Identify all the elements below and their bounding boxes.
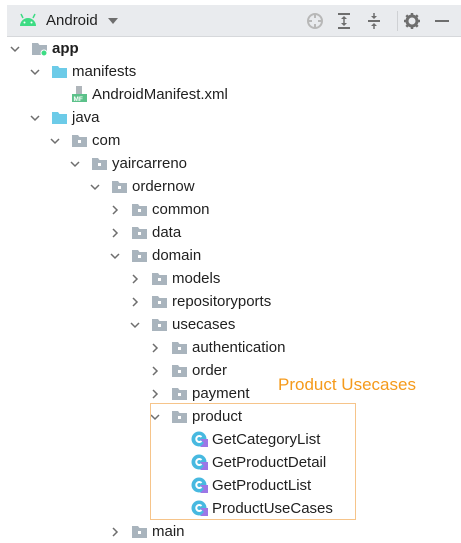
chevron-down-icon[interactable] <box>29 65 41 77</box>
view-mode-selector[interactable]: Android <box>46 12 98 29</box>
tree-item-label: domain <box>152 247 202 264</box>
settings-gear-icon[interactable] <box>403 12 421 30</box>
tree-item-label: com <box>92 132 121 149</box>
tree-item-label: yaircarreno <box>112 155 188 172</box>
chevron-down-icon[interactable] <box>49 134 61 146</box>
chevron-right-icon[interactable] <box>149 387 161 399</box>
chevron-down-icon[interactable] <box>129 318 141 330</box>
chevron-down-icon[interactable] <box>109 249 121 261</box>
tree-item-label: payment <box>192 385 250 402</box>
tree-item-app[interactable]: app <box>0 37 461 60</box>
chevron-right-icon[interactable] <box>109 226 121 238</box>
expand-all-icon[interactable] <box>335 12 353 30</box>
package-icon <box>171 362 188 378</box>
tree-item-label: common <box>152 201 210 218</box>
tree-item-label: authentication <box>192 339 286 356</box>
chevron-down-icon[interactable] <box>9 42 21 54</box>
tree-item-common[interactable]: common <box>0 198 461 221</box>
chevron-right-icon[interactable] <box>129 295 141 307</box>
chevron-down-icon[interactable] <box>29 111 41 123</box>
source-folder-icon <box>51 109 68 125</box>
tree-item-authentication[interactable]: authentication <box>0 336 461 359</box>
collapse-all-icon[interactable] <box>365 12 383 30</box>
package-icon <box>131 247 148 263</box>
package-icon <box>71 132 88 148</box>
locate-icon[interactable] <box>306 12 324 30</box>
package-icon <box>91 155 108 171</box>
tree-item-main[interactable]: main <box>0 520 461 543</box>
svg-text:MF: MF <box>74 96 83 102</box>
tree-item-label: order <box>192 362 228 379</box>
tree-item-usecases[interactable]: usecases <box>0 313 461 336</box>
package-icon <box>151 293 168 309</box>
tree-item-domain[interactable]: domain <box>0 244 461 267</box>
tree-item-label: java <box>72 109 100 126</box>
package-icon <box>151 316 168 332</box>
module-folder-icon <box>31 40 48 57</box>
tree-item-models[interactable]: models <box>0 267 461 290</box>
package-icon <box>171 385 188 401</box>
tree-item-manifests[interactable]: manifests <box>0 60 461 83</box>
tree-item-label: manifests <box>72 63 137 80</box>
tree-item-com[interactable]: com <box>0 129 461 152</box>
tree-item-ordernow[interactable]: ordernow <box>0 175 461 198</box>
hide-minus-icon[interactable] <box>433 12 451 30</box>
chevron-right-icon[interactable] <box>109 525 121 537</box>
tree-item-label: usecases <box>172 316 236 333</box>
product-usecases-annotation: Product Usecases <box>278 375 416 394</box>
tree-item-data[interactable]: data <box>0 221 461 244</box>
toolbar-divider <box>397 11 398 31</box>
product-usecases-highlight-box <box>150 403 356 520</box>
tree-item-label: AndroidManifest.xml <box>92 86 228 103</box>
package-icon <box>131 224 148 240</box>
chevron-right-icon[interactable] <box>149 364 161 376</box>
tree-item-label: main <box>152 523 185 540</box>
source-folder-icon <box>51 63 68 79</box>
tree-item-label: repositoryports <box>172 293 272 310</box>
chevron-down-icon[interactable] <box>69 157 81 169</box>
project-toolbar: Android <box>7 5 461 37</box>
package-icon <box>131 201 148 217</box>
tree-item-yaircarreno[interactable]: yaircarreno <box>0 152 461 175</box>
package-icon <box>111 178 128 194</box>
tree-item-label: models <box>172 270 221 287</box>
dropdown-caret-icon[interactable] <box>108 18 118 24</box>
package-icon <box>171 339 188 355</box>
tree-item-label: data <box>152 224 182 241</box>
chevron-down-icon[interactable] <box>89 180 101 192</box>
tree-item-java[interactable]: java <box>0 106 461 129</box>
chevron-right-icon[interactable] <box>129 272 141 284</box>
tree-item-label: ordernow <box>132 178 195 195</box>
chevron-right-icon[interactable] <box>149 341 161 353</box>
package-icon <box>131 523 148 539</box>
tree-item-repositoryports[interactable]: repositoryports <box>0 290 461 313</box>
manifest-file-icon: MF <box>71 86 88 103</box>
android-icon <box>20 13 36 26</box>
tree-item-androidmanifest-xml[interactable]: MF AndroidManifest.xml <box>0 83 461 106</box>
package-icon <box>151 270 168 286</box>
chevron-right-icon[interactable] <box>109 203 121 215</box>
tree-item-label: app <box>52 40 79 57</box>
